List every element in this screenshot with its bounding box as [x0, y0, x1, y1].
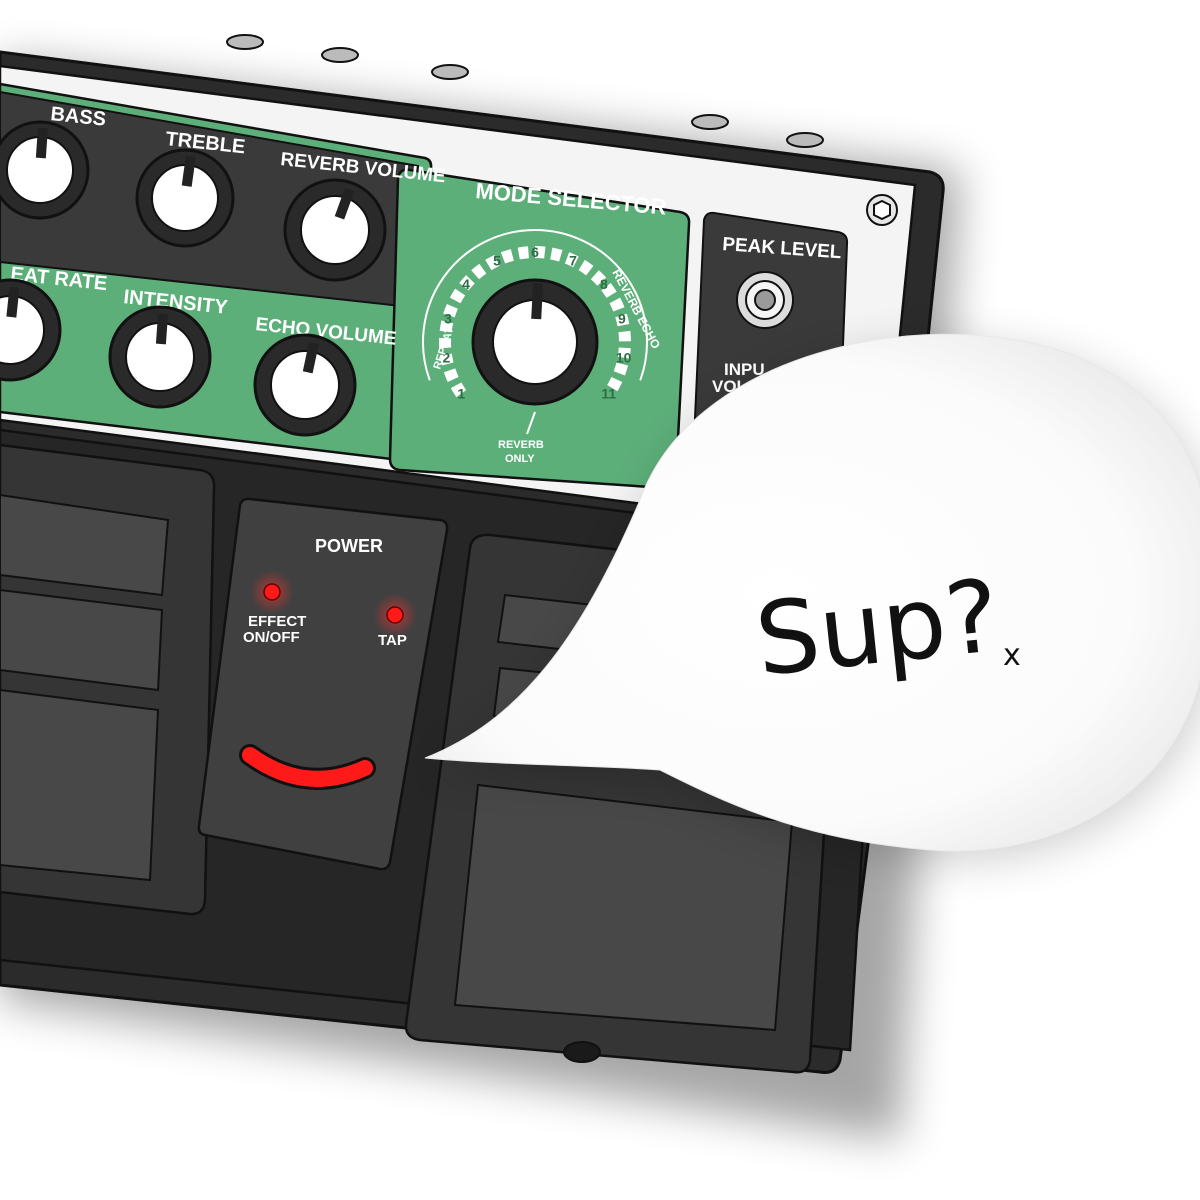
mode-scale-segment [471, 263, 487, 280]
bass-knob[interactable] [0, 120, 90, 220]
reverb-only-line2: ONLY [505, 453, 535, 465]
effect-label-line2: ON/OFF [243, 629, 300, 646]
peak-led-icon [736, 271, 794, 329]
mode-scale-segment [517, 246, 529, 260]
mode-scale-segment [578, 259, 594, 276]
mode-number: 6 [531, 244, 539, 260]
effect-led-icon [263, 583, 281, 601]
screw-icon [866, 194, 898, 226]
mode-number: 8 [600, 276, 608, 292]
mode-selector-knob[interactable] [471, 278, 599, 406]
reverb-volume-knob[interactable] [283, 178, 387, 282]
tap-label: TAP [378, 632, 407, 649]
reverb-only-line1: REVERB [498, 439, 544, 451]
mode-scale-segment [609, 297, 625, 312]
mode-number: 1 [457, 386, 465, 402]
mode-scale-segment [550, 247, 563, 262]
tap-led-icon [386, 606, 404, 624]
mode-number: 4 [462, 276, 470, 292]
mode-number: 11 [601, 386, 616, 402]
mode-scale-segment [500, 249, 514, 264]
mode-number: 10 [616, 350, 632, 366]
power-label: POWER [315, 536, 383, 556]
effect-label-line1: EFFECT [248, 613, 306, 630]
rubber-foot [563, 1041, 601, 1063]
mode-number: 5 [493, 252, 501, 268]
treble-knob[interactable] [135, 148, 235, 248]
mode-scale-segment [443, 368, 459, 382]
mode-scale-segment [449, 288, 466, 304]
left-footswitch[interactable] [0, 443, 216, 916]
illustration: BASS TREBLE REVERB VOLUME EAT RATE INTEN… [0, 34, 1200, 1140]
echo-volume-knob[interactable] [253, 333, 357, 437]
intensity-knob[interactable] [108, 305, 212, 409]
mode-number: 3 [444, 311, 452, 327]
mode-number: 9 [618, 311, 626, 327]
mode-number: 7 [569, 252, 577, 268]
speech-kiss: x [1003, 638, 1021, 673]
mode-scale-segment [618, 330, 631, 342]
